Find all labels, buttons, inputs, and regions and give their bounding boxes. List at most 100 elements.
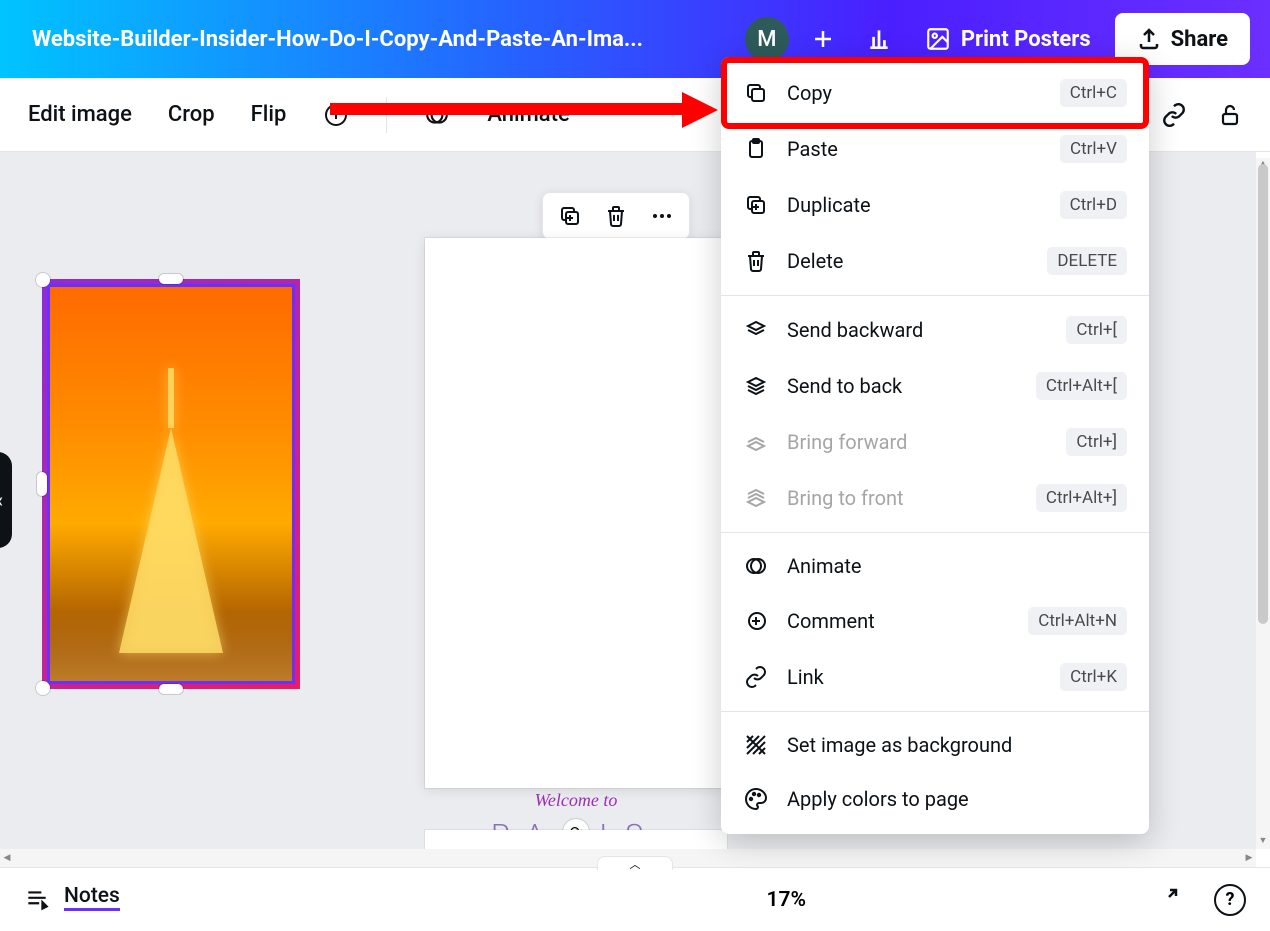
link-icon <box>1161 102 1187 128</box>
send-back-icon <box>743 373 769 399</box>
scroll-down-icon[interactable]: ▼ <box>1256 835 1270 849</box>
link-icon <box>743 664 769 690</box>
share-label: Share <box>1171 27 1228 52</box>
flip-button[interactable]: Flip <box>251 102 287 127</box>
shortcut: Ctrl+[ <box>1066 316 1127 344</box>
menu-bring-to-front: Bring to front Ctrl+Alt+] <box>721 470 1149 526</box>
menu-label: Animate <box>787 554 1127 578</box>
delete-icon <box>743 248 769 274</box>
bottom-bar: ︿ Notes 17% ? <box>0 867 1270 931</box>
more-icon <box>650 204 674 228</box>
animate-button[interactable]: Animate <box>487 102 569 127</box>
menu-label: Paste <box>787 137 1042 161</box>
link-toolbar-button[interactable] <box>1160 101 1188 129</box>
notes-label: Notes <box>64 884 120 911</box>
print-label: Print Posters <box>961 27 1091 52</box>
resize-handle-bl[interactable] <box>36 681 50 695</box>
design-page[interactable]: Welcome to PARIS ⟳ <box>425 238 727 788</box>
expand-pages-button[interactable]: ︿ <box>597 856 673 870</box>
menu-label: Bring to front <box>787 486 1018 510</box>
unlock-icon <box>1218 103 1242 127</box>
resize-handle-t[interactable] <box>159 274 183 284</box>
menu-label: Delete <box>787 249 1029 273</box>
help-button[interactable]: ? <box>1214 884 1246 916</box>
menu-link[interactable]: Link Ctrl+K <box>721 649 1149 705</box>
info-icon <box>324 103 348 127</box>
user-avatar[interactable]: M <box>745 17 789 61</box>
zoom-level[interactable]: 17% <box>767 888 807 912</box>
welcome-text[interactable]: Welcome to <box>425 790 727 811</box>
shortcut: Ctrl+D <box>1060 191 1127 219</box>
separator <box>721 295 1149 296</box>
menu-bring-forward: Bring forward Ctrl+] <box>721 414 1149 470</box>
shortcut: Ctrl+Alt+] <box>1036 484 1127 512</box>
copy-icon <box>743 80 769 106</box>
scroll-right-icon[interactable]: ▶ <box>1242 849 1256 867</box>
selected-image[interactable] <box>42 279 300 689</box>
more-options-button[interactable] <box>647 201 677 231</box>
menu-label: Apply colors to page <box>787 787 1127 811</box>
background-icon <box>743 732 769 758</box>
scroll-left-icon[interactable]: ◀ <box>0 849 14 867</box>
shortcut: Ctrl+Alt+[ <box>1036 372 1127 400</box>
shortcut: DELETE <box>1047 247 1127 275</box>
expand-button[interactable] <box>1156 886 1180 914</box>
expand-icon <box>1156 886 1180 910</box>
duplicate-icon <box>558 204 582 228</box>
insights-button[interactable] <box>857 17 901 61</box>
menu-label: Set image as background <box>787 733 1127 757</box>
menu-label: Comment <box>787 609 1010 633</box>
shortcut: Ctrl+Alt+N <box>1028 607 1127 635</box>
image-icon <box>925 26 951 52</box>
effects-button[interactable] <box>423 101 451 129</box>
resize-handle-b[interactable] <box>159 684 183 694</box>
menu-label: Link <box>787 665 1042 689</box>
comment-icon <box>743 608 769 634</box>
menu-comment[interactable]: Comment Ctrl+Alt+N <box>721 593 1149 649</box>
crop-button[interactable]: Crop <box>168 102 215 127</box>
shortcut: Ctrl+K <box>1060 663 1127 691</box>
context-menu: Copy Ctrl+C Paste Ctrl+V Duplicate Ctrl+… <box>721 57 1149 834</box>
info-button[interactable] <box>322 101 350 129</box>
scrollbar-thumb[interactable] <box>1258 164 1268 624</box>
shortcut: Ctrl+V <box>1060 135 1127 163</box>
upload-icon <box>1137 27 1161 51</box>
menu-send-backward[interactable]: Send backward Ctrl+[ <box>721 302 1149 358</box>
menu-apply-colors[interactable]: Apply colors to page <box>721 772 1149 826</box>
plus-icon <box>811 27 835 51</box>
floating-toolbar <box>542 192 690 240</box>
separator <box>721 532 1149 533</box>
menu-animate[interactable]: Animate <box>721 539 1149 593</box>
send-backward-icon <box>743 317 769 343</box>
notes-button[interactable]: Notes <box>64 884 120 915</box>
menu-label: Copy <box>787 81 1042 105</box>
delete-page-button[interactable] <box>601 201 631 231</box>
vertical-scrollbar[interactable]: ▲ ▼ <box>1256 158 1270 849</box>
resize-handle-tl[interactable] <box>36 273 50 287</box>
eiffel-image <box>50 287 292 681</box>
animate-icon <box>743 553 769 579</box>
chart-icon <box>866 26 892 52</box>
menu-paste[interactable]: Paste Ctrl+V <box>721 121 1149 177</box>
add-button[interactable] <box>801 17 845 61</box>
bring-forward-icon <box>743 429 769 455</box>
effects-icon <box>424 102 450 128</box>
document-title[interactable]: Website-Builder-Insider-How-Do-I-Copy-An… <box>32 27 733 52</box>
shortcut: Ctrl+] <box>1066 428 1127 456</box>
side-panel-toggle[interactable] <box>0 452 12 548</box>
resize-handle-l[interactable] <box>37 472 47 496</box>
shortcut: Ctrl+C <box>1060 79 1127 107</box>
duplicate-page-button[interactable] <box>555 201 585 231</box>
menu-duplicate[interactable]: Duplicate Ctrl+D <box>721 177 1149 233</box>
next-page-preview[interactable] <box>425 830 727 850</box>
menu-delete[interactable]: Delete DELETE <box>721 233 1149 289</box>
menu-label: Send backward <box>787 318 1048 342</box>
menu-set-background[interactable]: Set image as background <box>721 718 1149 772</box>
menu-copy[interactable]: Copy Ctrl+C <box>721 65 1149 121</box>
lock-button[interactable] <box>1216 101 1244 129</box>
separator <box>721 711 1149 712</box>
trash-icon <box>604 204 628 228</box>
paste-icon <box>743 136 769 162</box>
edit-image-button[interactable]: Edit image <box>28 102 132 127</box>
menu-send-to-back[interactable]: Send to back Ctrl+Alt+[ <box>721 358 1149 414</box>
